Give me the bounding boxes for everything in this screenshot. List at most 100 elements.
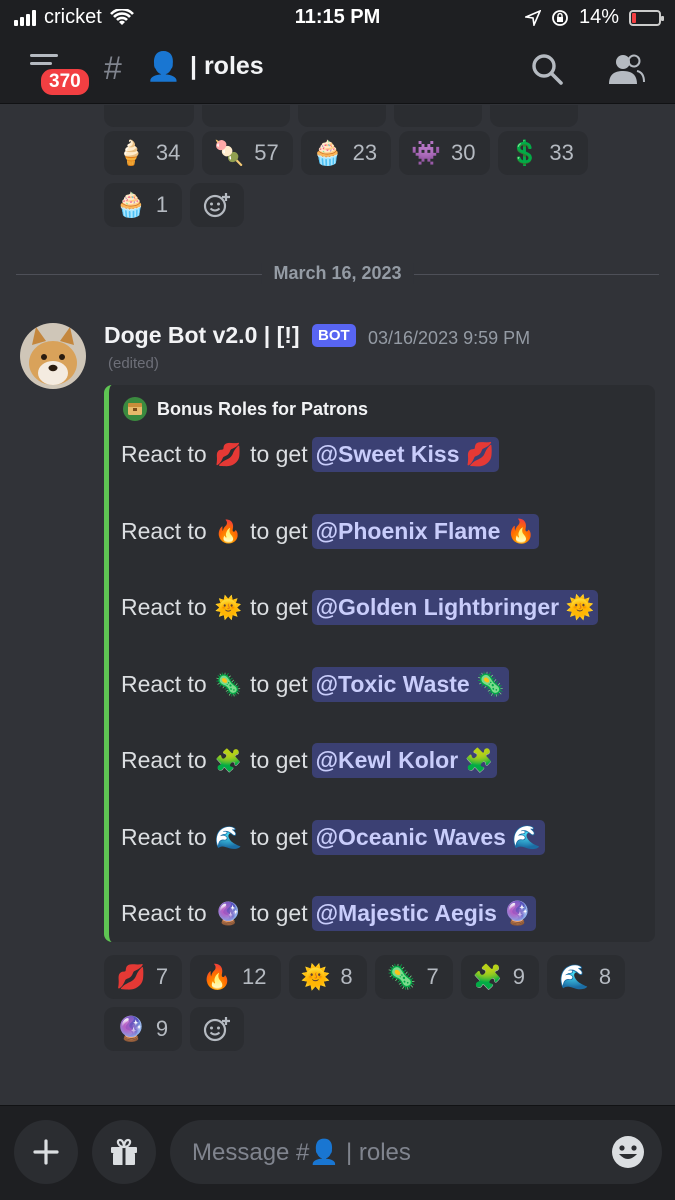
reaction-emoji: 👾: [411, 139, 442, 167]
reaction-chip[interactable]: [202, 105, 290, 127]
message-input[interactable]: Message #👤 | roles: [170, 1120, 662, 1184]
reaction-chip[interactable]: 🧁 1: [104, 183, 183, 227]
role-line: React to 💋 to get @Sweet Kiss 💋: [121, 437, 499, 472]
battery-icon: [629, 9, 664, 26]
reaction-chip[interactable]: 🌊 8: [546, 955, 626, 999]
notification-badge: 370: [38, 66, 92, 98]
reaction-count: 8: [340, 964, 353, 989]
reaction-chip[interactable]: 🧁 23: [300, 131, 392, 175]
status-right: 14%: [524, 6, 664, 29]
reaction-chip[interactable]: 🔮 9: [104, 1007, 183, 1051]
reaction-emoji: 🧁: [312, 139, 343, 167]
embed-author-icon: [123, 397, 147, 421]
embed-title: Bonus Roles for Patrons: [157, 398, 369, 419]
role-mention[interactable]: @Golden Lightbringer 🌞: [311, 590, 599, 625]
date-label: March 16, 2023: [261, 263, 414, 284]
role-line: React to 🌞 to get @Golden Lightbringer 🌞: [121, 590, 599, 625]
reaction-count: 9: [155, 1016, 169, 1041]
bot-tag: BOT: [312, 324, 356, 347]
members-icon[interactable]: [606, 52, 646, 86]
reaction-emoji: 💲: [509, 139, 540, 167]
reaction-count: 34: [155, 140, 181, 165]
role-mention[interactable]: @Phoenix Flame 🔥: [311, 514, 540, 549]
role-mention[interactable]: @Toxic Waste 🦠: [311, 667, 509, 702]
search-icon[interactable]: [530, 52, 564, 86]
role-emoji: 🔥: [214, 518, 243, 544]
emoji-picker-icon[interactable]: [610, 1134, 646, 1170]
channel-name[interactable]: | roles: [190, 52, 264, 81]
reaction-count: 1: [155, 192, 169, 217]
reaction-chip[interactable]: [298, 105, 386, 127]
reaction-emoji: 🧩: [472, 963, 503, 991]
react-to-text: React to: [121, 594, 207, 620]
role-mention[interactable]: @Sweet Kiss 💋: [311, 437, 499, 472]
role-emoji: 🔮: [214, 900, 243, 926]
react-to-text: React to: [121, 747, 207, 773]
role-line: React to 🌊 to get @Oceanic Waves 🌊: [121, 820, 545, 855]
placeholder-prefix: Message #: [192, 1139, 310, 1166]
reaction-chip[interactable]: 🔥 12: [190, 955, 281, 999]
react-to-text: React to: [121, 441, 207, 467]
react-to-text: React to: [121, 900, 207, 926]
menu-button[interactable]: 370: [26, 52, 92, 98]
reaction-chip[interactable]: 👾 30: [399, 131, 490, 175]
role-emoji: 🧩: [214, 747, 243, 773]
reaction-emoji: 🧁: [116, 191, 146, 219]
edited-label: (edited): [108, 355, 159, 372]
reaction-chip[interactable]: 💲 33: [497, 131, 588, 175]
to-get-text: to get: [250, 824, 308, 850]
role-mention[interactable]: @Kewl Kolor 🧩: [311, 743, 498, 778]
reaction-count: 57: [254, 140, 279, 165]
reaction-emoji: 🍡: [214, 139, 245, 167]
composer-bar: Message #👤 | roles: [0, 1105, 675, 1200]
role-mention[interactable]: @Majestic Aegis 🔮: [311, 896, 536, 931]
gift-button[interactable]: [92, 1120, 156, 1184]
reaction-count: 33: [549, 140, 574, 165]
role-emoji: 🌞: [214, 594, 243, 620]
reaction-count: 7: [155, 964, 169, 989]
message-list[interactable]: 🍦 34 🍡 57 🧁 23 👾 30 💲 33 🧁 1 March 16, 2023: [0, 105, 675, 1105]
reaction-chip[interactable]: 🍦 34: [104, 131, 195, 175]
add-reaction-icon: [204, 1017, 231, 1042]
reaction-emoji: 🍦: [116, 139, 146, 167]
battery-fill: [632, 12, 636, 23]
reaction-emoji: 🔮: [116, 1015, 146, 1043]
role-mention[interactable]: @Oceanic Waves 🌊: [311, 820, 545, 855]
message-author[interactable]: Doge Bot v2.0 | [!]: [104, 322, 300, 349]
channel-emoji: 👤: [146, 51, 181, 82]
to-get-text: to get: [250, 747, 308, 773]
reaction-chip[interactable]: 🌞 8: [288, 955, 367, 999]
embed-card: Bonus Roles for Patrons React to 💋 to ge…: [104, 385, 655, 942]
react-to-text: React to: [121, 824, 207, 850]
reaction-chip[interactable]: [104, 105, 194, 127]
to-get-text: to get: [250, 671, 308, 697]
message-timestamp: 03/16/2023 9:59 PM: [368, 328, 531, 348]
reaction-chip[interactable]: [490, 105, 578, 127]
gift-icon: [111, 1138, 137, 1165]
cutoff-reactions: [104, 105, 649, 127]
reaction-count: 8: [598, 964, 612, 989]
to-get-text: to get: [250, 518, 308, 544]
status-bar: cricket 11:15 PM 14%: [0, 0, 675, 34]
message-reactions: 💋 7 🔥 12 🌞 8 🦠 7 🧩 9 🌊 8 🔮 9: [104, 955, 649, 1051]
reaction-chip[interactable]: 🦠 7: [374, 955, 453, 999]
reaction-emoji: 🦠: [386, 963, 417, 991]
role-emoji: 🦠: [214, 671, 243, 697]
embed-header: Bonus Roles for Patrons: [123, 397, 368, 421]
plus-icon: [33, 1139, 59, 1165]
placeholder-suffix: | roles: [345, 1139, 411, 1166]
attach-button[interactable]: [14, 1120, 78, 1184]
role-line: React to 🦠 to get @Toxic Waste 🦠: [121, 667, 509, 702]
reaction-chip[interactable]: 🍡 57: [202, 131, 293, 175]
reaction-chip[interactable]: 🧩 9: [460, 955, 539, 999]
reaction-emoji: 💋: [116, 963, 146, 991]
reaction-chip[interactable]: [394, 105, 482, 127]
reaction-count: 23: [352, 140, 378, 165]
reaction-chip[interactable]: 💋 7: [104, 955, 183, 999]
placeholder-emoji: 👤: [309, 1139, 340, 1166]
reaction-count: 12: [242, 964, 267, 989]
message-placeholder: Message #👤 | roles: [192, 1138, 411, 1167]
add-reaction-button[interactable]: [190, 183, 245, 227]
add-reaction-button[interactable]: [190, 1007, 245, 1051]
avatar[interactable]: [20, 323, 86, 389]
